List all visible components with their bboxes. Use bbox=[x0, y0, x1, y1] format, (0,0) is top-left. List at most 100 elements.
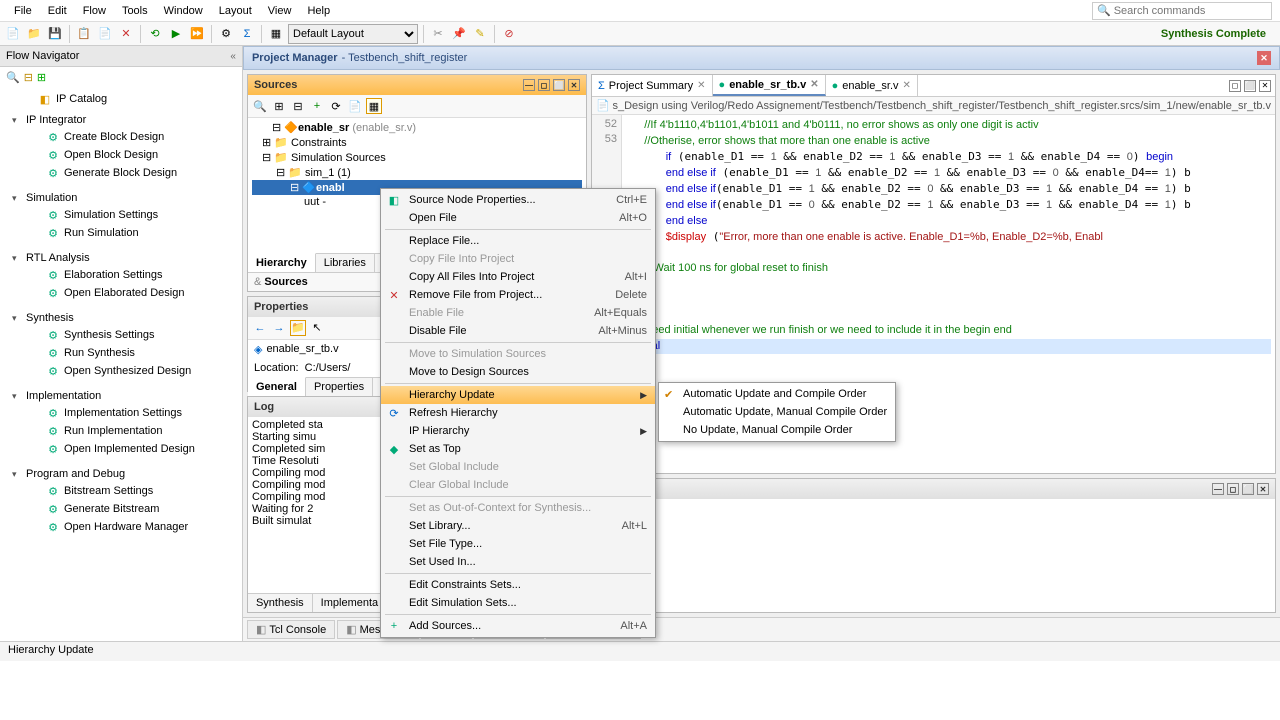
flownav-item-bitstream-settings[interactable]: ⚙Bitstream Settings bbox=[12, 482, 242, 500]
flownav-group-rtl-analysis[interactable]: ▾RTL Analysis bbox=[12, 250, 242, 266]
console-maximize-icon[interactable]: ⬜ bbox=[1242, 483, 1254, 495]
error-icon[interactable]: ⊘ bbox=[500, 25, 518, 43]
prop-fwd-icon[interactable]: → bbox=[271, 320, 287, 336]
ctx-disable-file[interactable]: Disable FileAlt+Minus bbox=[381, 322, 655, 340]
flownav-item-open-synthesized-design[interactable]: ⚙Open Synthesized Design bbox=[12, 362, 242, 380]
sources-tab-hierarchy[interactable]: Hierarchy bbox=[248, 253, 316, 272]
save-icon[interactable]: 💾 bbox=[46, 25, 64, 43]
sources-tab-libraries[interactable]: Libraries bbox=[316, 254, 375, 272]
flownav-group-ip-integrator[interactable]: ▾IP Integrator bbox=[12, 112, 242, 128]
search-commands[interactable]: 🔍 bbox=[1092, 2, 1272, 20]
ctx-edit-constraints-sets-[interactable]: Edit Constraints Sets... bbox=[381, 576, 655, 594]
menu-tools[interactable]: Tools bbox=[114, 3, 156, 19]
menu-view[interactable]: View bbox=[260, 3, 300, 19]
restore-icon[interactable]: ◻ bbox=[538, 79, 550, 91]
ctx-ip-hierarchy[interactable]: IP Hierarchy▶ bbox=[381, 422, 655, 440]
ctx-set-as-top[interactable]: ◆Set as Top bbox=[381, 440, 655, 458]
flownav-item-simulation-settings[interactable]: ⚙Simulation Settings bbox=[12, 206, 242, 224]
pin-icon[interactable]: 📌 bbox=[450, 25, 468, 43]
ctx-add-sources-[interactable]: +Add Sources...Alt+A bbox=[381, 617, 655, 635]
flownav-group-synthesis[interactable]: ▾Synthesis bbox=[12, 310, 242, 326]
src-settings-icon[interactable]: ▦ bbox=[366, 98, 382, 114]
close-tab-icon[interactable]: ✕ bbox=[903, 80, 911, 91]
paste-icon[interactable]: 📄 bbox=[96, 25, 114, 43]
sources-mini-tab[interactable]: Sources bbox=[264, 276, 307, 288]
flownav-item-generate-bitstream[interactable]: ⚙Generate Bitstream bbox=[12, 500, 242, 518]
wizard-icon[interactable]: ⚙ bbox=[217, 25, 235, 43]
ctx-remove-file-from-project-[interactable]: ✕Remove File from Project...Delete bbox=[381, 286, 655, 304]
copy-icon[interactable]: 📋 bbox=[75, 25, 93, 43]
flownav-item-elaboration-settings[interactable]: ⚙Elaboration Settings bbox=[12, 266, 242, 284]
menu-help[interactable]: Help bbox=[299, 3, 338, 19]
src-expand-icon[interactable]: ⊞ bbox=[271, 98, 287, 114]
flownav-item-synthesis-settings[interactable]: ⚙Synthesis Settings bbox=[12, 326, 242, 344]
console-body[interactable] bbox=[592, 499, 1275, 612]
ctx-set-file-type-[interactable]: Set File Type... bbox=[381, 535, 655, 553]
flownav-search-icon[interactable]: 🔍 bbox=[6, 71, 20, 84]
ctx-set-used-in-[interactable]: Set Used In... bbox=[381, 553, 655, 571]
console-minimize-icon[interactable]: — bbox=[1212, 483, 1224, 495]
console-close-icon[interactable]: ✕ bbox=[1257, 483, 1269, 495]
minimize-icon[interactable]: — bbox=[523, 79, 535, 91]
search-input[interactable] bbox=[1114, 5, 1267, 17]
editor-tab-project-summary[interactable]: ΣProject Summary✕ bbox=[592, 75, 713, 96]
layout-select[interactable]: Default Layout bbox=[288, 24, 418, 44]
sigma-icon[interactable]: Σ bbox=[238, 25, 256, 43]
ctx-edit-simulation-sets-[interactable]: Edit Simulation Sets... bbox=[381, 594, 655, 612]
close-tab-icon[interactable]: ✕ bbox=[810, 79, 818, 90]
ctx-set-library-[interactable]: Set Library...Alt+L bbox=[381, 517, 655, 535]
console-restore-icon[interactable]: ◻ bbox=[1227, 483, 1239, 495]
editor-close-icon[interactable]: ✕ bbox=[1259, 80, 1271, 92]
prop-open-icon[interactable]: 📁 bbox=[290, 320, 306, 336]
flownav-collapse-icon[interactable]: ⊟ bbox=[24, 71, 33, 84]
flownav-item-open-elaborated-design[interactable]: ⚙Open Elaborated Design bbox=[12, 284, 242, 302]
submenu-automatic-update-and-compile-order[interactable]: ✔Automatic Update and Compile Order bbox=[659, 385, 895, 403]
close-tab-icon[interactable]: ✕ bbox=[697, 80, 705, 91]
flownav-group-simulation[interactable]: ▾Simulation bbox=[12, 190, 242, 206]
menu-edit[interactable]: Edit bbox=[40, 3, 75, 19]
run-icon[interactable]: ▶ bbox=[167, 25, 185, 43]
ctx-move-to-design-sources[interactable]: Move to Design Sources bbox=[381, 363, 655, 381]
ctx-hierarchy-update[interactable]: Hierarchy Update▶ bbox=[381, 386, 655, 404]
flownav-item-open-hardware-manager[interactable]: ⚙Open Hardware Manager bbox=[12, 518, 242, 536]
ctx-source-node-properties-[interactable]: ◧Source Node Properties...Ctrl+E bbox=[381, 191, 655, 209]
editor-restore-icon[interactable]: ◻ bbox=[1229, 80, 1241, 92]
src-doc-icon[interactable]: 📄 bbox=[347, 98, 363, 114]
flownav-expand-icon[interactable]: ⊞ bbox=[37, 71, 46, 84]
editor-maximize-icon[interactable]: ⬜ bbox=[1244, 80, 1256, 92]
layout-icon[interactable]: ▦ bbox=[267, 25, 285, 43]
menu-layout[interactable]: Layout bbox=[211, 3, 260, 19]
menu-file[interactable]: File bbox=[6, 3, 40, 19]
context-menu[interactable]: ◧Source Node Properties...Ctrl+EOpen Fil… bbox=[380, 188, 656, 638]
flownav-item-implementation-settings[interactable]: ⚙Implementation Settings bbox=[12, 404, 242, 422]
close-pm-icon[interactable]: ✕ bbox=[1257, 51, 1271, 65]
maximize-icon[interactable]: ⬜ bbox=[553, 79, 565, 91]
ctx-copy-all-files-into-project[interactable]: Copy All Files Into ProjectAlt+I bbox=[381, 268, 655, 286]
close-icon[interactable]: ✕ bbox=[568, 79, 580, 91]
log-tab-synthesis[interactable]: Synthesis bbox=[248, 594, 313, 612]
menu-flow[interactable]: Flow bbox=[75, 3, 114, 19]
run-all-icon[interactable]: ⏩ bbox=[188, 25, 206, 43]
prop-back-icon[interactable]: ← bbox=[252, 320, 268, 336]
ip-catalog-entry[interactable]: ◧ IP Catalog bbox=[0, 90, 242, 108]
flownav-group-implementation[interactable]: ▾Implementation bbox=[12, 388, 242, 404]
flownav-item-run-synthesis[interactable]: ⚙Run Synthesis bbox=[12, 344, 242, 362]
menu-window[interactable]: Window bbox=[156, 3, 211, 19]
collapse-icon[interactable]: « bbox=[230, 51, 236, 62]
flownav-item-run-simulation[interactable]: ⚙Run Simulation bbox=[12, 224, 242, 242]
open-icon[interactable]: 📁 bbox=[25, 25, 43, 43]
flownav-item-create-block-design[interactable]: ⚙Create Block Design bbox=[12, 128, 242, 146]
flownav-item-generate-block-design[interactable]: ⚙Generate Block Design bbox=[12, 164, 242, 182]
src-refresh-icon[interactable]: ⟳ bbox=[328, 98, 344, 114]
delete-icon[interactable]: ✕ bbox=[117, 25, 135, 43]
flownav-item-open-block-design[interactable]: ⚙Open Block Design bbox=[12, 146, 242, 164]
hierarchy-update-submenu[interactable]: ✔Automatic Update and Compile OrderAutom… bbox=[658, 382, 896, 442]
src-search-icon[interactable]: 🔍 bbox=[252, 98, 268, 114]
properties-tab-properties[interactable]: Properties bbox=[306, 378, 373, 396]
flownav-group-program-and-debug[interactable]: ▾Program and Debug bbox=[12, 466, 242, 482]
properties-tab-general[interactable]: General bbox=[248, 377, 306, 396]
flownav-item-run-implementation[interactable]: ⚙Run Implementation bbox=[12, 422, 242, 440]
ctx-open-file[interactable]: Open FileAlt+O bbox=[381, 209, 655, 227]
flownav-item-open-implemented-design[interactable]: ⚙Open Implemented Design bbox=[12, 440, 242, 458]
editor-tab-enable_sr-v[interactable]: ●enable_sr.v✕ bbox=[826, 75, 918, 96]
